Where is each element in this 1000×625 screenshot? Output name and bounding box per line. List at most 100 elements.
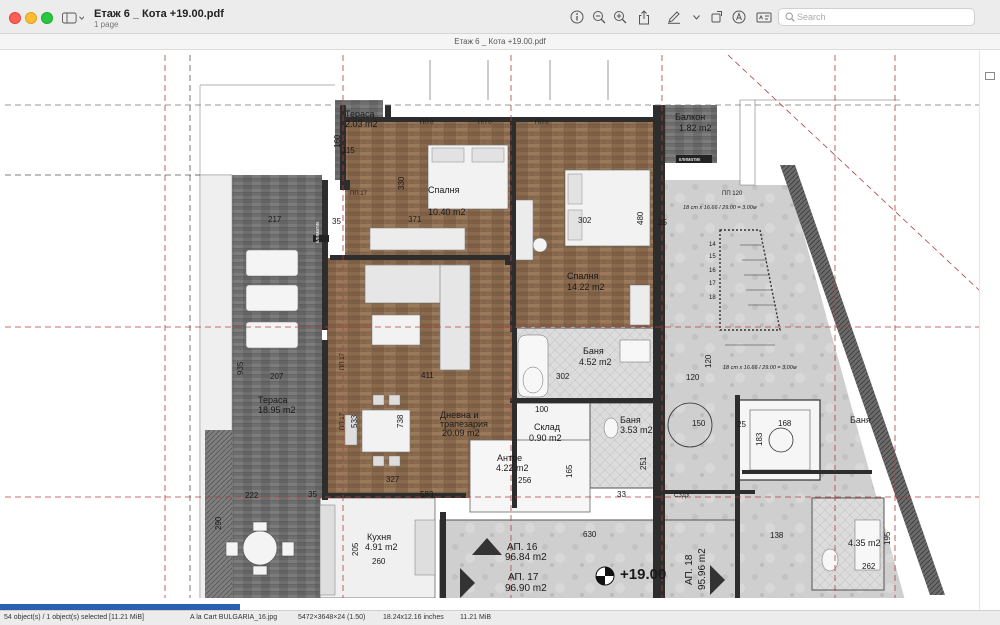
document-subtitle: 1 page bbox=[94, 20, 119, 29]
markup-menu-button[interactable] bbox=[688, 9, 704, 25]
sidebar-icon bbox=[62, 12, 77, 23]
dim-35a: 35 bbox=[332, 217, 341, 226]
dim-738: 738 bbox=[396, 414, 405, 428]
search-field[interactable] bbox=[778, 8, 975, 26]
level-marker bbox=[595, 566, 615, 586]
room-area-bathroom-1: 4.52 m2 bbox=[579, 357, 612, 367]
room-area-bedroom-2: 14.22 m2 bbox=[567, 282, 605, 292]
room-name-bathroom-1: Баня bbox=[583, 346, 604, 356]
dim-205: 205 bbox=[351, 542, 360, 556]
room-area-terrace-large: 18.95 m2 bbox=[258, 405, 296, 415]
share-button[interactable] bbox=[636, 9, 652, 25]
zoom-in-button[interactable] bbox=[612, 9, 628, 25]
zoom-in-icon bbox=[614, 11, 627, 24]
form-fill-button[interactable] bbox=[756, 9, 772, 25]
document-title: Етаж 6 _ Кота +19.00.pdf bbox=[94, 8, 224, 20]
room-name-bedroom-1: Спалня bbox=[428, 185, 460, 195]
pp-label-3: ПП 0 bbox=[535, 120, 549, 126]
minimize-window-button[interactable] bbox=[25, 12, 37, 24]
dim-411: 411 bbox=[421, 371, 434, 380]
tab-document-title[interactable]: Етаж 6 _ Кота +19.00.pdf bbox=[0, 37, 1000, 46]
room-area-bathroom-ap18: 4.35 m2 bbox=[848, 538, 881, 548]
annotate-icon bbox=[732, 10, 746, 24]
close-window-button[interactable] bbox=[9, 12, 21, 24]
info-button[interactable] bbox=[569, 9, 585, 25]
zoom-out-button[interactable] bbox=[591, 9, 607, 25]
room-area-bedroom-1: 10.40 m2 bbox=[428, 207, 466, 217]
pp-label-7: ПП 17 bbox=[340, 412, 346, 430]
annotate-button[interactable] bbox=[731, 9, 747, 25]
room-name-entrance: Антре bbox=[497, 453, 522, 463]
dim-183: 183 bbox=[755, 432, 764, 446]
dim-115: 115 bbox=[342, 146, 355, 155]
stair-step-16: 16 bbox=[709, 268, 716, 274]
dim-217: 217 bbox=[268, 215, 282, 224]
title-bar: Етаж 6 _ Кота +19.00.pdf 1 page bbox=[0, 0, 1000, 34]
sidebar-toggle-button[interactable] bbox=[62, 10, 84, 25]
status-dimensions: 5472×3648×24 (1.50) bbox=[298, 614, 366, 621]
room-area-entrance: 4.22 m2 bbox=[496, 463, 529, 473]
scroll-indicator-icon bbox=[985, 72, 995, 80]
search-icon bbox=[785, 12, 795, 22]
aircon-label-1: климатик bbox=[315, 221, 321, 243]
stairs-note-bottom: 18 ст х 16.66 / 29.00 = 3.00м bbox=[723, 365, 797, 371]
room-area-living: 20.09 m2 bbox=[442, 428, 480, 438]
toilet bbox=[603, 417, 619, 439]
dim-25a: 25 bbox=[658, 218, 667, 227]
dim-35b: 35 bbox=[308, 490, 317, 499]
chevron-down-icon bbox=[692, 14, 700, 20]
rotate-icon bbox=[711, 11, 722, 23]
room-area-terrace-small: 2.03 m2 bbox=[345, 119, 378, 129]
dim-262: 262 bbox=[862, 562, 876, 571]
dim-168: 168 bbox=[778, 419, 792, 428]
aircon-label-2: климатик bbox=[679, 157, 701, 163]
stair-step-14: 14 bbox=[709, 242, 716, 248]
chevron-down-icon bbox=[78, 15, 84, 20]
dim-260: 260 bbox=[372, 557, 386, 566]
dim-302: 302 bbox=[578, 216, 592, 225]
dim-327: 327 bbox=[386, 475, 400, 484]
status-size: 11.21 MiB bbox=[460, 614, 491, 621]
floor-plan[interactable]: Тераса 2.03 m2 Спалня 10.40 m2 Спалня 14… bbox=[0, 50, 1000, 610]
stairs-note-top: 18 ст х 16.66 / 29.00 = 3.00м bbox=[683, 205, 757, 211]
room-area-storage: 0.90 m2 bbox=[529, 433, 562, 443]
dim-630: 630 bbox=[583, 530, 597, 539]
status-filename: A la Cart BULGARIA_16.jpg bbox=[190, 614, 278, 621]
room-name-kitchen: Кухня bbox=[367, 532, 391, 542]
dim-160: 160 bbox=[333, 134, 342, 148]
pp-label-2: ПП 0 bbox=[478, 120, 492, 126]
apartment-17-area: 96.90 m2 bbox=[505, 583, 547, 594]
share-icon bbox=[639, 9, 649, 24]
apartment-16-area: 96.84 m2 bbox=[505, 552, 547, 563]
dim-33: 33 bbox=[617, 490, 626, 499]
stair-step-15: 15 bbox=[709, 254, 716, 260]
zoom-out-icon bbox=[593, 11, 606, 24]
dim-533: 533 bbox=[350, 414, 359, 428]
preview-window: Етаж 6 _ Кота +19.00.pdf 1 page Search Е… bbox=[0, 0, 1000, 625]
stair-step-18: 18 bbox=[709, 295, 716, 301]
dim-150: 150 bbox=[692, 419, 706, 428]
pp-label-6: ПП 17 bbox=[340, 352, 346, 370]
stair-step-17: 17 bbox=[709, 281, 716, 287]
room-area-bathroom-2: 3.53 m2 bbox=[620, 425, 653, 435]
search-input[interactable] bbox=[797, 10, 967, 24]
dimension-ticks bbox=[429, 60, 609, 100]
document-viewport[interactable]: Тераса 2.03 m2 Спалня 10.40 m2 Спалня 14… bbox=[0, 50, 1000, 610]
room-name-bedroom-2: Спалня bbox=[567, 271, 599, 281]
markup-button[interactable] bbox=[666, 9, 682, 25]
dim-330: 330 bbox=[397, 176, 406, 190]
apartment-18-label: АП. 18 bbox=[684, 554, 695, 585]
dim-290: 290 bbox=[214, 516, 223, 530]
dim-302b: 302 bbox=[556, 372, 570, 381]
rotate-button[interactable] bbox=[709, 9, 725, 25]
tab-bar: Етаж 6 _ Кота +19.00.pdf bbox=[0, 34, 1000, 50]
dim-251: 251 bbox=[639, 456, 648, 470]
apartment-17-label: АП. 17 bbox=[508, 572, 539, 583]
form-fill-icon bbox=[756, 12, 772, 23]
info-icon bbox=[570, 10, 584, 24]
level-elevation: +19.00 bbox=[620, 566, 666, 583]
room-name-terrace-large: Тераса bbox=[258, 395, 288, 405]
status-inches: 18.24x12.16 inches bbox=[383, 614, 444, 621]
maximize-window-button[interactable] bbox=[41, 12, 53, 24]
vertical-scrollbar[interactable] bbox=[979, 50, 1000, 610]
